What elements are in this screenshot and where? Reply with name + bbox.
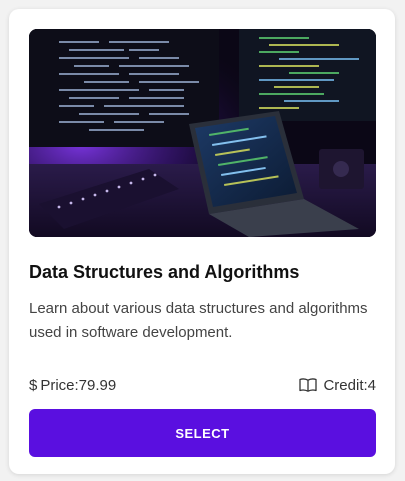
course-description: Learn about various data structures and … (29, 300, 368, 341)
course-meta: $ Price:79.99 Credit:4 (29, 374, 376, 396)
course-card: Data Structures and Algorithms Learn abo… (9, 9, 395, 474)
price-label: Price:79.99 (40, 376, 117, 394)
select-button[interactable]: SELECT (29, 409, 376, 457)
course-title: Data Structures and Algorithms (29, 262, 300, 282)
dollar-icon: $ (29, 376, 38, 394)
course-price: $ Price:79.99 (29, 377, 116, 394)
course-image (29, 29, 376, 237)
credit-label: Credit:4 (323, 376, 376, 394)
course-credit: Credit:4 (299, 377, 376, 394)
book-open-icon (299, 377, 318, 393)
